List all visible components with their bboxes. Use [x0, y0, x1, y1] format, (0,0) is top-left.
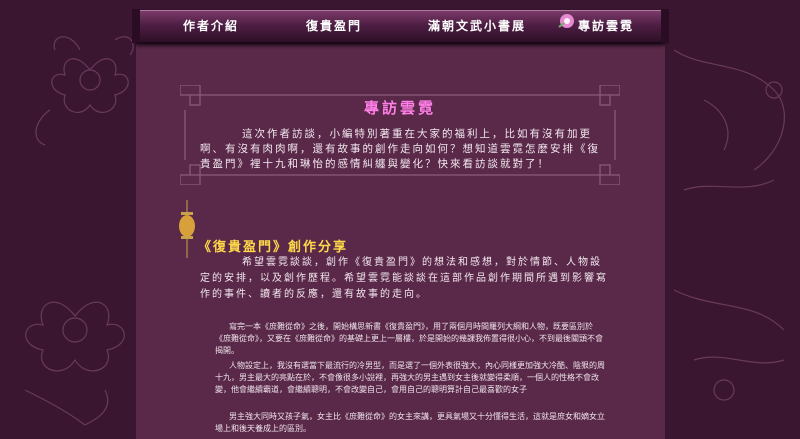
lantern-icon — [179, 200, 195, 258]
body-paragraph: 男主強大同時又孩子氣，女主比《庶難從命》的女主來講，更具氣場又十分懂得生活，這就… — [215, 412, 605, 433]
flower-icon — [558, 14, 574, 28]
nav-right-cap — [661, 9, 669, 43]
right-decoration — [664, 0, 800, 439]
intro-paragraph: 這次作者訪談，小編特別著重在大家的福利上，比如有沒有加更啊、有沒有肉肉啊，還有故… — [200, 128, 600, 170]
body-paragraph: 人物設定上，我沒有選當下最流行的冷男型，而是選了一個外表很強大，內心同樣更加強大… — [215, 361, 605, 394]
nav-left-cap — [132, 9, 140, 43]
nav-item-author[interactable]: 作者介紹 — [183, 17, 239, 34]
floral-vine-icon — [673, 289, 785, 401]
nav-item-book[interactable]: 復貴盈門 — [306, 17, 362, 34]
floral-vine-icon — [673, 49, 785, 191]
top-navigation: 作者介紹 復貴盈門 滿朝文武小書展 專訪雲霓 — [132, 9, 669, 44]
body-paragraph: 寫完一本《庶難從命》之後，開始構思新書《復貴盈門》，用了兩個月時間羅列大綱和人物… — [215, 322, 603, 355]
section-intro: 希望雲霓談談，創作《復貴盈門》的想法和感想，對於情節、人物設定的安排，以及創作歷… — [200, 257, 608, 300]
left-decoration — [0, 0, 136, 439]
nav-item-bookfair[interactable]: 滿朝文武小書展 — [428, 17, 526, 34]
page-title: 專訪雲霓 — [363, 99, 436, 117]
section-heading: 《復貴盈門》創作分享 — [198, 240, 349, 255]
peony-flower-icon — [35, 36, 134, 146]
nav-item-interview[interactable]: 專訪雲霓 — [578, 17, 634, 34]
peony-flower-icon — [24, 301, 125, 426]
